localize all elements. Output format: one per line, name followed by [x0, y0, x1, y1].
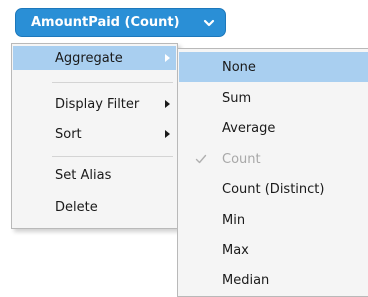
menu-item-label: Aggregate [55, 50, 123, 66]
aggregate-option-sum[interactable]: Sum [179, 83, 368, 113]
menu-item-label: Display Filter [55, 96, 140, 112]
menu-item-delete[interactable]: Delete [13, 195, 176, 219]
aggregate-option-average[interactable]: Average [179, 113, 368, 143]
aggregate-option-min[interactable]: Min [179, 205, 368, 235]
submenu-arrow-icon [165, 100, 170, 108]
menu-item-set-alias[interactable]: Set Alias [13, 163, 176, 187]
menu-item-label: Sort [55, 126, 82, 142]
menu-separator [52, 156, 173, 157]
aggregate-option-none[interactable]: None [179, 52, 368, 82]
option-label: Min [222, 212, 246, 228]
menu-item-sort[interactable]: Sort [13, 122, 176, 146]
aggregate-option-count: Count [179, 144, 368, 174]
field-pill-label: AmountPaid (Count) [31, 15, 180, 30]
chevron-down-icon[interactable] [203, 17, 215, 29]
option-label: Sum [222, 90, 252, 106]
option-label: Count (Distinct) [222, 181, 325, 197]
menu-item-aggregate[interactable]: Aggregate [13, 46, 176, 70]
field-pill-button[interactable]: AmountPaid (Count) [15, 8, 226, 37]
aggregate-option-max[interactable]: Max [179, 235, 368, 265]
menu-item-label: Set Alias [55, 167, 112, 183]
checkmark-icon [195, 154, 207, 164]
option-label: Average [222, 120, 276, 136]
option-label: Count [222, 151, 261, 167]
aggregate-submenu: None Sum Average Count Count (Distinct) … [177, 48, 368, 297]
option-label: Max [222, 242, 249, 258]
aggregate-option-median[interactable]: Median [179, 265, 368, 295]
field-context-menu: Aggregate Display Filter Sort Set Alias … [11, 43, 178, 229]
submenu-arrow-icon [165, 54, 170, 62]
option-label: None [222, 59, 256, 75]
menu-item-display-filter[interactable]: Display Filter [13, 92, 176, 116]
aggregate-option-count-distinct[interactable]: Count (Distinct) [179, 174, 368, 204]
menu-item-label: Delete [55, 199, 98, 215]
submenu-arrow-icon [165, 130, 170, 138]
menu-separator [52, 82, 173, 83]
option-label: Median [222, 272, 270, 288]
